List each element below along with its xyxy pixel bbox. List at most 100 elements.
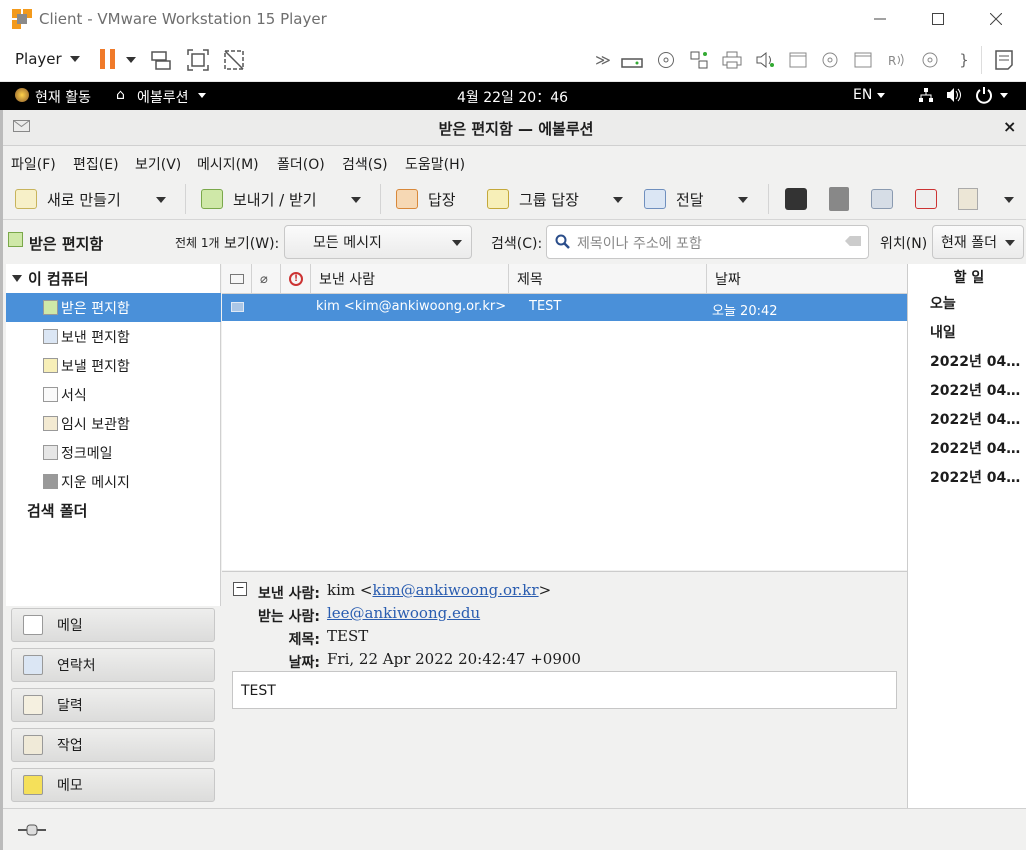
junk-icon[interactable]	[871, 189, 893, 209]
menu-file[interactable]: 파일(F)	[11, 154, 56, 174]
from-value: kim <kim@ankiwoong.or.kr>	[327, 581, 551, 599]
folder-junk[interactable]: 정크메일	[6, 438, 221, 467]
switcher-label: 메모	[57, 778, 83, 794]
minimize-button[interactable]	[851, 0, 909, 38]
unity-icon[interactable]	[222, 48, 246, 72]
location-combo[interactable]: 현재 폴더	[932, 225, 1024, 259]
column-flag[interactable]: !	[281, 264, 311, 294]
new-message-button[interactable]: 새로 만들기	[15, 187, 121, 211]
box-icon[interactable]	[851, 48, 875, 72]
reply-group-icon	[487, 189, 509, 209]
view-combo-value: 모든 메시지	[313, 235, 382, 251]
menu-edit[interactable]: 편집(E)	[73, 154, 119, 174]
switcher-memos[interactable]: 메모	[11, 768, 215, 802]
folder-sent[interactable]: 보낸 편지함	[6, 322, 221, 351]
window-close-icon[interactable]: ×	[1003, 117, 1016, 136]
menu-search[interactable]: 검색(S)	[342, 154, 388, 174]
usb-icon[interactable]	[786, 48, 810, 72]
volume-icon[interactable]	[946, 87, 962, 107]
toolbar-overflow-icon[interactable]	[1004, 197, 1014, 203]
account-this-computer[interactable]: 이 컴퓨터	[6, 264, 221, 293]
todo-group[interactable]: 2022년 04…	[930, 438, 1020, 458]
todo-group[interactable]: 2022년 04…	[930, 380, 1020, 400]
close-button[interactable]	[967, 0, 1025, 38]
clear-search-icon[interactable]	[845, 236, 861, 246]
clock[interactable]: 4월 22일 20：46	[457, 87, 568, 107]
trash-folder-icon	[43, 474, 58, 489]
column-date[interactable]: 날짜	[707, 264, 907, 294]
send-ctrl-alt-del-icon[interactable]	[149, 48, 173, 72]
new-dropdown-icon[interactable]	[156, 197, 166, 203]
hdd-icon[interactable]	[620, 48, 644, 72]
menu-view[interactable]: 보기(V)	[135, 154, 181, 174]
todo-group[interactable]: 2022년 04…	[930, 467, 1020, 487]
activities-button[interactable]: 현재 활동	[35, 87, 91, 107]
switcher-label: 연락처	[57, 658, 96, 674]
folder-templates[interactable]: 서식	[6, 380, 221, 409]
folder-drafts[interactable]: 임시 보관함	[6, 409, 221, 438]
reply-button[interactable]: 답장	[396, 187, 456, 211]
mail-icon	[23, 615, 43, 635]
cd-icon[interactable]	[654, 48, 678, 72]
cd2-icon[interactable]	[818, 48, 842, 72]
more-devices-icon[interactable]: ≫	[591, 48, 615, 72]
power-icon[interactable]	[975, 86, 993, 108]
view-combo[interactable]: 모든 메시지	[284, 225, 472, 259]
language-indicator[interactable]: EN	[853, 87, 872, 103]
pause-dropdown-icon[interactable]	[126, 57, 136, 63]
network-status-icon[interactable]	[918, 87, 934, 107]
print-icon[interactable]	[785, 188, 807, 210]
todo-group[interactable]: 2022년 04…	[930, 351, 1020, 371]
todo-group[interactable]: 2022년 04…	[930, 409, 1020, 429]
camera-icon[interactable]: R	[884, 48, 908, 72]
message-icon[interactable]	[992, 48, 1016, 72]
column-subject[interactable]: 제목	[509, 264, 707, 294]
fit-guest-icon[interactable]	[186, 48, 210, 72]
menu-bar: 파일(F) 편집(E) 보기(V) 메시지(M) 폴더(O) 검색(S) 도움말…	[3, 146, 1026, 178]
todo-group[interactable]: 내일	[930, 322, 956, 342]
printer-icon[interactable]	[720, 48, 744, 72]
player-menu-button[interactable]: Player	[15, 50, 80, 68]
send-receive-dropdown-icon[interactable]	[351, 197, 361, 203]
folder-trash[interactable]: 지운 메시지	[6, 467, 221, 496]
reply-group-button[interactable]: 그룹 답장	[487, 187, 579, 211]
to-email-link[interactable]: lee@ankiwoong.edu	[327, 604, 480, 622]
sound-icon[interactable]	[753, 48, 777, 72]
app-menu-button[interactable]: 에볼루션	[137, 87, 189, 107]
menu-folder[interactable]: 폴더(O)	[277, 154, 325, 174]
archive-icon[interactable]	[958, 188, 978, 210]
column-status[interactable]	[222, 264, 252, 294]
sent-folder-icon	[43, 329, 58, 344]
disk-icon[interactable]	[918, 48, 942, 72]
menu-help[interactable]: 도움말(H)	[405, 154, 465, 174]
system-menu-chevron-icon	[1000, 93, 1008, 98]
menu-message[interactable]: 메시지(M)	[197, 154, 259, 174]
column-attachment[interactable]: ⌀	[252, 264, 281, 294]
switcher-tasks[interactable]: 작업	[11, 728, 215, 762]
column-from[interactable]: 보낸 사람	[311, 264, 509, 294]
switcher-contacts[interactable]: 연락처	[11, 648, 215, 682]
todo-group[interactable]: 오늘	[930, 293, 956, 313]
online-status-icon[interactable]	[18, 824, 46, 840]
read-status-icon	[231, 302, 244, 312]
forward-button[interactable]: 전달	[644, 187, 704, 211]
maximize-button[interactable]	[909, 0, 967, 38]
switcher-calendar[interactable]: 달력	[11, 688, 215, 722]
network-icon[interactable]	[687, 48, 711, 72]
not-junk-icon[interactable]	[915, 189, 937, 209]
switcher-mail[interactable]: 메일	[11, 608, 215, 642]
send-receive-button[interactable]: 보내기 / 받기	[201, 187, 317, 211]
forward-dropdown-icon[interactable]	[738, 197, 748, 203]
location-combo-value: 현재 폴더	[941, 235, 997, 251]
reply-group-dropdown-icon[interactable]	[613, 197, 623, 203]
folder-outbox[interactable]: 보낼 편지함	[6, 351, 221, 380]
bracket-icon[interactable]: }	[952, 48, 976, 72]
delete-icon[interactable]	[829, 187, 849, 211]
from-email-link[interactable]: kim@ankiwoong.or.kr	[372, 581, 538, 599]
search-input[interactable]: 제목이나 주소에 포함	[546, 225, 869, 259]
search-folders[interactable]: 검색 폴더	[6, 496, 221, 525]
pause-icon[interactable]	[98, 48, 118, 70]
expander-icon[interactable]	[12, 275, 22, 282]
folder-inbox[interactable]: 받은 편지함	[6, 293, 221, 322]
message-row[interactable]: kim <kim@ankiwoong.or.kr> TEST 오늘 20:42	[222, 294, 907, 321]
